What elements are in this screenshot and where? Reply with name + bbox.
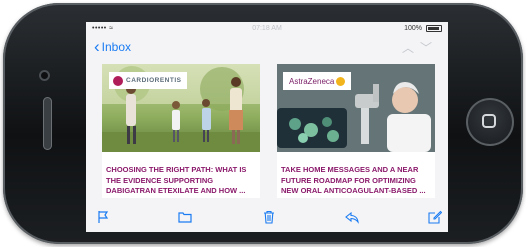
astrazeneca-logo: AstraZeneca bbox=[283, 72, 352, 90]
article-title: CHOOSING THE RIGHT PATH: WHAT IS THE EVI… bbox=[106, 165, 247, 195]
cardiorentis-logo: CARDIORENTIS bbox=[109, 72, 188, 89]
camera-icon bbox=[39, 70, 50, 81]
back-label: Inbox bbox=[101, 39, 132, 54]
status-bar: ••••• ≈ 07:18 AM 100% bbox=[86, 22, 448, 36]
article-image: AstraZeneca bbox=[277, 64, 435, 152]
astrazeneca-mark-icon bbox=[336, 76, 346, 86]
article-card[interactable]: CARDIORENTIS CHOOSING THE RIGHT PATH: WH… bbox=[102, 64, 260, 198]
reply-icon[interactable] bbox=[345, 210, 359, 224]
status-time: 07:18 AM bbox=[252, 25, 282, 32]
flag-icon[interactable] bbox=[96, 210, 110, 224]
cardiorentis-mark-icon bbox=[113, 75, 123, 86]
message-nav-arrows: ︿﹀ bbox=[402, 39, 438, 56]
compose-icon[interactable] bbox=[428, 210, 442, 224]
bottom-toolbar bbox=[86, 205, 448, 232]
trash-icon[interactable] bbox=[262, 210, 276, 224]
brand-name: CARDIORENTIS bbox=[126, 77, 182, 84]
folder-icon[interactable] bbox=[178, 210, 192, 224]
back-to-inbox-button[interactable]: ‹ Inbox bbox=[94, 38, 131, 55]
article-title: TAKE HOME MESSAGES AND A NEAR FUTURE ROA… bbox=[281, 165, 426, 195]
speaker-grille bbox=[43, 97, 52, 150]
chevron-down-icon[interactable]: ﹀ bbox=[420, 41, 438, 55]
phone-screen: ••••• ≈ 07:18 AM 100% ‹ Inbox ︿﹀ CARDIOR… bbox=[86, 22, 448, 232]
chevron-up-icon[interactable]: ︿ bbox=[402, 41, 420, 55]
battery-icon bbox=[426, 25, 442, 32]
brand-name: AstraZeneca bbox=[289, 76, 335, 86]
chevron-left-icon: ‹ bbox=[94, 37, 100, 56]
article-image: CARDIORENTIS bbox=[102, 64, 260, 152]
nav-bar: ‹ Inbox ︿﹀ bbox=[86, 36, 448, 60]
home-square-icon bbox=[482, 114, 496, 128]
article-card[interactable]: AstraZeneca TAKE HOME MESSAGES AND A NEA… bbox=[277, 64, 435, 198]
battery-percent: 100% bbox=[404, 25, 422, 32]
phone-frame: ••••• ≈ 07:18 AM 100% ‹ Inbox ︿﹀ CARDIOR… bbox=[0, 0, 526, 247]
